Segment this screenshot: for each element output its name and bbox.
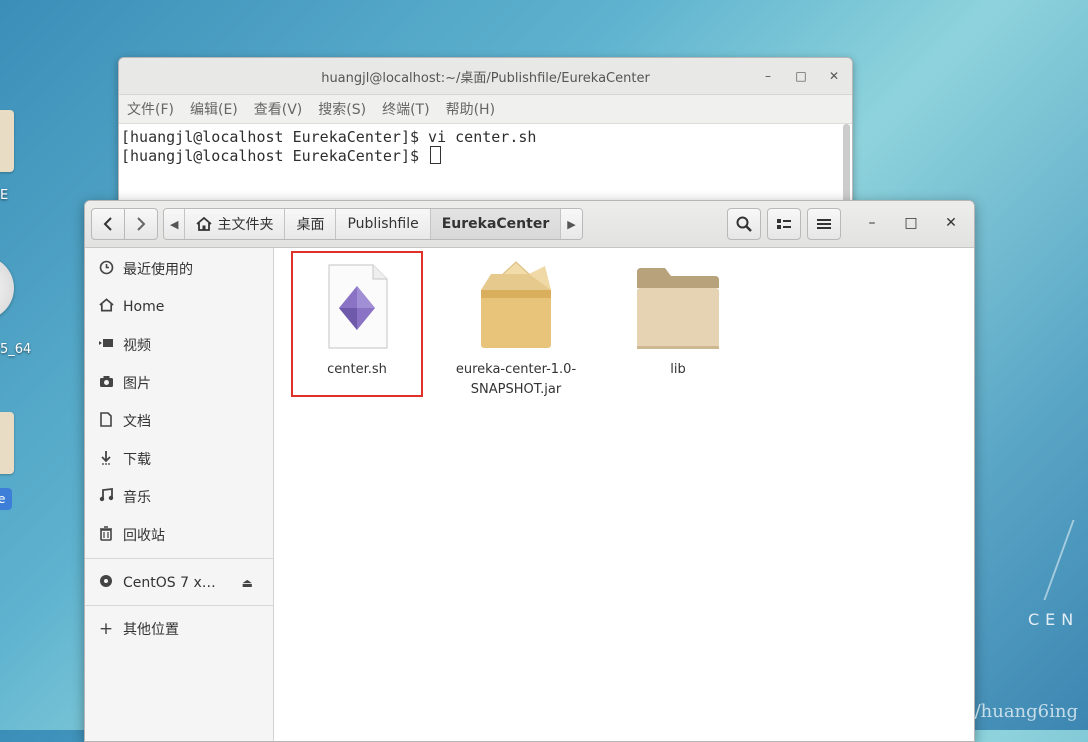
sidebar-item-label: Home (123, 299, 165, 315)
sidebar-item-label: CentOS 7 x… (123, 575, 216, 591)
watermark-text: https://blog.csdn.net/huang6ing (786, 701, 1078, 722)
terminal-titlebar[interactable]: huangjl@localhost:~/桌面/Publishfile/Eurek… (119, 58, 852, 95)
terminal-prompt-line: [huangjl@localhost EurekaCenter]$ (121, 146, 852, 165)
plus-icon: + (98, 619, 114, 639)
desktop-folder-icon[interactable] (0, 110, 14, 172)
disc-icon (98, 574, 114, 592)
archive-box-icon (481, 261, 551, 348)
chevron-right-icon (137, 217, 146, 231)
terminal-cursor (430, 146, 442, 164)
sidebar-item-label: 文档 (123, 414, 151, 430)
sidebar-item-documents[interactable]: 文档 (85, 404, 273, 438)
breadcrumb-left-arrow-icon[interactable]: ◀ (164, 209, 186, 239)
centos-brand-text: CEN (1028, 610, 1080, 629)
desktop-label: 5_64 (0, 342, 32, 357)
music-icon (98, 487, 114, 506)
file-manager-window: ◀ 主文件夹 桌面 Publishfile EurekaCenter ▶ – □… (84, 200, 975, 742)
home-icon (98, 298, 114, 316)
sidebar-item-label: 下载 (123, 452, 151, 468)
hamburger-menu-icon (817, 219, 831, 229)
terminal-title: huangjl@localhost:~/桌面/Publishfile/Eurek… (321, 71, 650, 86)
menu-terminal[interactable]: 终端(T) (382, 99, 429, 119)
file-item-center-sh[interactable]: center.sh (287, 264, 427, 380)
sidebar-item-other-locations[interactable]: + 其他位置 (85, 612, 273, 646)
maximize-icon[interactable]: □ (902, 215, 920, 231)
terminal-window: huangjl@localhost:~/桌面/Publishfile/Eurek… (118, 57, 853, 219)
sidebar-item-device[interactable]: CentOS 7 x… ⏏ (85, 566, 273, 600)
close-icon[interactable]: ✕ (825, 67, 843, 85)
sidebar-item-downloads[interactable]: 下载 (85, 442, 273, 476)
minimize-icon[interactable]: – (863, 215, 881, 231)
chevron-left-icon (103, 217, 112, 231)
menu-help[interactable]: 帮助(H) (446, 99, 495, 119)
forward-button[interactable] (124, 208, 158, 240)
sidebar-item-label: 最近使用的 (123, 262, 193, 278)
sidebar-item-pictures[interactable]: 图片 (85, 366, 273, 400)
breadcrumb-desktop[interactable]: 桌面 (285, 209, 337, 239)
file-item-eureka-jar[interactable]: eureka-center-1.0- SNAPSHOT.jar (446, 260, 586, 400)
breadcrumb-publishfile[interactable]: Publishfile (336, 209, 431, 239)
sidebar-item-trash[interactable]: 回收站 (85, 518, 273, 552)
sidebar-separator (85, 558, 273, 559)
search-icon (736, 216, 752, 232)
sidebar-item-videos[interactable]: 视频 (85, 328, 273, 362)
file-item-lib-folder[interactable]: lib (608, 266, 748, 380)
menu-file[interactable]: 文件(F) (127, 99, 174, 119)
desktop-label-selected: e (0, 488, 12, 510)
download-icon (98, 450, 114, 469)
breadcrumb-home[interactable]: 主文件夹 (185, 209, 286, 239)
list-view-icon (777, 219, 791, 229)
home-icon (196, 217, 213, 231)
eject-icon[interactable]: ⏏ (242, 576, 253, 590)
places-sidebar: 最近使用的 Home 视频 图片 文档 下载 音乐 回收站 CentOS 7 x… (85, 248, 274, 741)
search-button[interactable] (727, 208, 761, 240)
terminal-line: [huangjl@localhost EurekaCenter]$ vi cen… (121, 128, 537, 146)
file-name: center.sh (327, 362, 387, 377)
file-name-line: SNAPSHOT.jar (470, 382, 562, 397)
video-icon (98, 337, 114, 353)
desktop-folder-icon[interactable] (0, 412, 14, 474)
sidebar-item-home[interactable]: Home (85, 290, 273, 324)
centos-logo-icon (1043, 520, 1088, 600)
document-icon (98, 411, 114, 431)
minimize-icon[interactable]: – (759, 67, 777, 85)
sidebar-item-recent[interactable]: 最近使用的 (85, 252, 273, 286)
menu-button[interactable] (807, 208, 841, 240)
maximize-icon[interactable]: □ (792, 67, 810, 85)
folder-icon (637, 268, 719, 349)
terminal-prompt: [huangjl@localhost EurekaCenter]$ (121, 147, 429, 165)
trash-icon (98, 525, 114, 545)
sidebar-separator (85, 605, 273, 606)
terminal-output[interactable]: [huangjl@localhost EurekaCenter]$ vi cen… (119, 124, 852, 165)
back-button[interactable] (91, 208, 125, 240)
sidebar-item-label: 音乐 (123, 490, 151, 506)
file-name-line: eureka-center-1.0- (455, 362, 577, 377)
menu-view[interactable]: 查看(V) (254, 99, 303, 119)
menu-edit[interactable]: 编辑(E) (190, 99, 238, 119)
menu-search[interactable]: 搜索(S) (318, 99, 366, 119)
shell-script-icon (328, 264, 388, 349)
sidebar-item-music[interactable]: 音乐 (85, 480, 273, 514)
terminal-menubar: 文件(F) 编辑(E) 查看(V) 搜索(S) 终端(T) 帮助(H) (119, 95, 852, 124)
file-name: eureka-center-1.0- SNAPSHOT.jar (446, 360, 586, 400)
breadcrumb: ◀ 主文件夹 桌面 Publishfile EurekaCenter ▶ (163, 208, 583, 240)
breadcrumb-right-arrow-icon[interactable]: ▶ (561, 209, 582, 239)
file-name: lib (670, 362, 686, 377)
breadcrumb-label: 主文件夹 (217, 217, 274, 233)
file-manager-headerbar[interactable]: ◀ 主文件夹 桌面 Publishfile EurekaCenter ▶ – □… (85, 201, 974, 248)
sidebar-item-label: 图片 (123, 376, 151, 392)
desktop-disc-icon[interactable] (0, 256, 14, 320)
sidebar-item-label: 其他位置 (123, 622, 179, 638)
camera-icon (98, 375, 114, 392)
sidebar-item-label: 回收站 (123, 528, 165, 544)
view-toggle-button[interactable] (767, 208, 801, 240)
breadcrumb-eurekacenter[interactable]: EurekaCenter (430, 209, 562, 239)
desktop-label: E (0, 188, 9, 203)
clock-icon (98, 260, 114, 279)
file-view[interactable]: center.sh eureka-center-1.0- SNAPSHOT.ja… (274, 248, 974, 741)
close-icon[interactable]: ✕ (942, 215, 960, 231)
sidebar-item-label: 视频 (123, 338, 151, 354)
